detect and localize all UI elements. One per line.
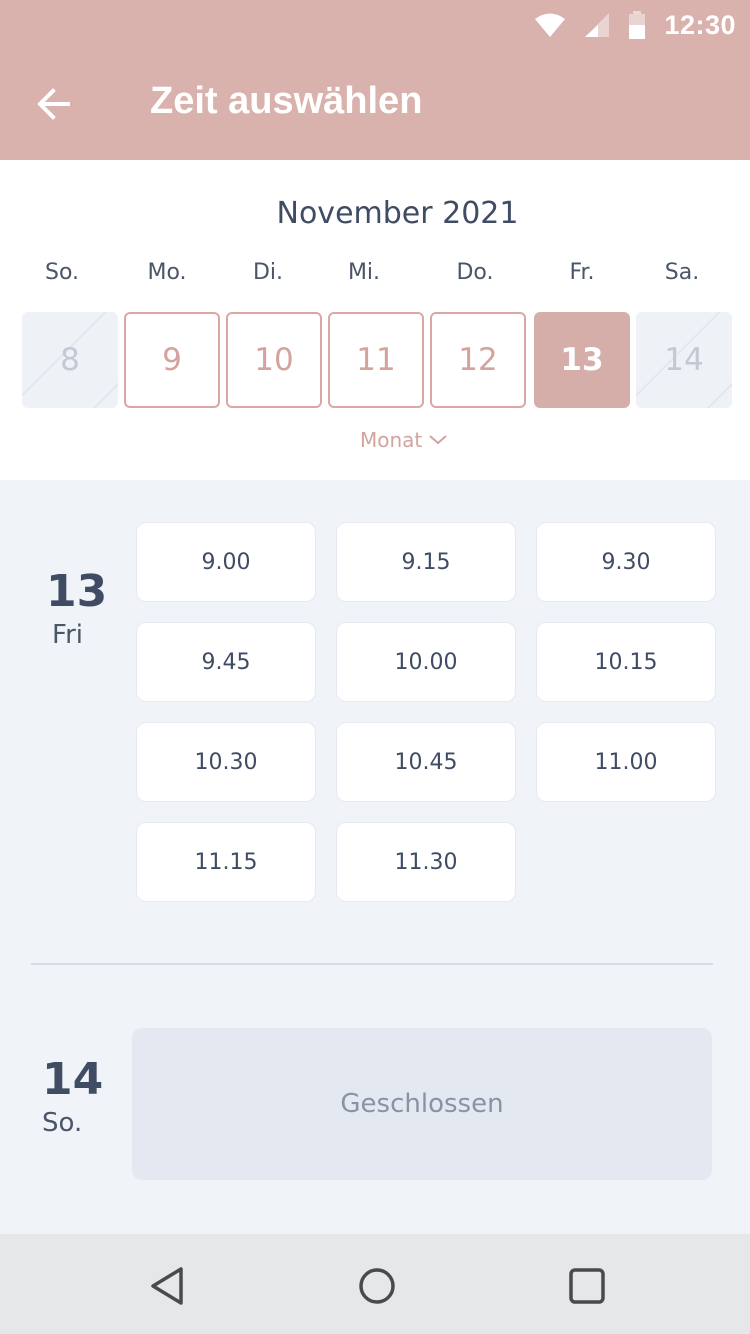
day-name: Fri [52, 620, 83, 650]
time-slot[interactable]: 9.30 [536, 522, 716, 602]
back-button[interactable] [34, 84, 74, 124]
month-label: November 2021 [276, 196, 519, 231]
month-toggle[interactable]: Monat [360, 428, 448, 452]
system-nav-bar [0, 1234, 750, 1334]
nav-recents-button[interactable] [565, 1264, 609, 1308]
cell-signal-icon [585, 13, 610, 37]
month-toggle-label: Monat [360, 428, 423, 452]
weekday-label: Mo. [147, 260, 187, 285]
arrow-left-icon [37, 88, 70, 120]
weekday-label: So. [44, 260, 80, 285]
nav-home-button[interactable] [355, 1264, 399, 1308]
week-calendar: November 2021 So. Mo. Di. Mi. Do. Fr. Sa… [0, 160, 750, 480]
time-slot[interactable]: 11.30 [336, 822, 516, 902]
day-name: So. [42, 1108, 83, 1138]
time-slot[interactable]: 9.45 [136, 622, 316, 702]
time-slot[interactable]: 10.00 [336, 622, 516, 702]
weekday-label: Mi. [347, 260, 381, 285]
day-cell-8: 8 [22, 312, 118, 408]
status-time: 12:30 [664, 9, 736, 40]
day-cell-14: 14 [636, 312, 732, 408]
circle-home-icon [359, 1268, 395, 1304]
weekday-label: Fr. [569, 260, 595, 285]
square-recents-icon [569, 1268, 605, 1304]
nav-back-button[interactable] [145, 1264, 189, 1308]
app-bar: 12:30 Zeit auswählen [0, 0, 750, 160]
weekday-label: Di. [252, 260, 284, 285]
battery-icon [629, 11, 646, 39]
weekday-label: Do. [456, 260, 494, 285]
time-slot[interactable]: 9.15 [336, 522, 516, 602]
page-title: Zeit auswählen [150, 80, 423, 122]
closed-notice: Geschlossen [132, 1028, 712, 1180]
time-slot[interactable]: 11.00 [536, 722, 716, 802]
wifi-icon [535, 13, 566, 37]
time-slot[interactable]: 9.00 [136, 522, 316, 602]
day-cell-9[interactable]: 9 [124, 312, 220, 408]
day-number: 14 [42, 1054, 104, 1105]
triangle-back-icon [151, 1267, 183, 1305]
day-cell-12[interactable]: 12 [430, 312, 526, 408]
day-cell-10[interactable]: 10 [226, 312, 322, 408]
status-bar: 12:30 [534, 0, 750, 50]
time-slot[interactable]: 10.45 [336, 722, 516, 802]
time-slot[interactable]: 10.30 [136, 722, 316, 802]
time-slot[interactable]: 10.15 [536, 622, 716, 702]
day-number: 13 [46, 566, 108, 617]
weekday-label: Sa. [664, 260, 700, 285]
day-cell-13-selected[interactable]: 13 [534, 312, 630, 408]
divider [31, 963, 713, 965]
time-slot[interactable]: 11.15 [136, 822, 316, 902]
chevron-down-icon [429, 435, 447, 445]
day-cell-11[interactable]: 11 [328, 312, 424, 408]
